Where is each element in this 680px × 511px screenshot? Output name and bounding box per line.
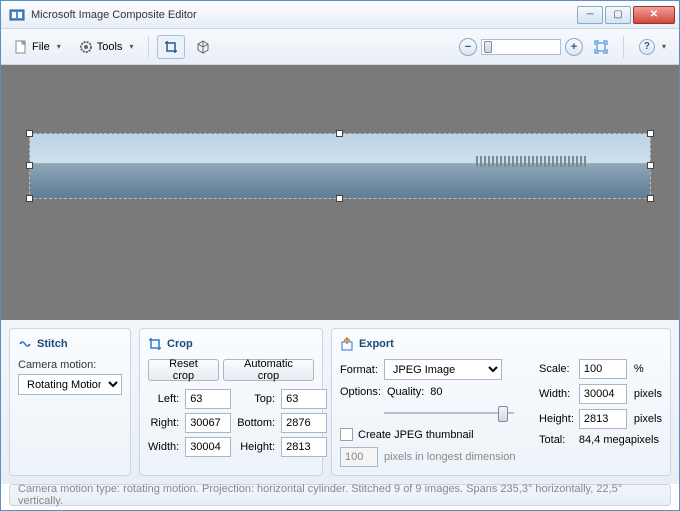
crop-height-label: Height:: [237, 441, 277, 453]
stitch-title: Stitch: [37, 338, 68, 350]
close-button[interactable]: ✕: [633, 6, 675, 24]
export-width-label: Width:: [539, 388, 574, 400]
fit-icon: [594, 40, 608, 54]
stitch-panel: Stitch Camera motion: Rotating Motion: [9, 328, 131, 476]
px-label: pixels: [634, 388, 662, 400]
export-width-input[interactable]: [579, 384, 627, 404]
crop-height-input[interactable]: [281, 437, 327, 457]
quality-label: Quality:: [387, 386, 424, 398]
crop-selection[interactable]: [29, 133, 651, 199]
crop-bottom-input[interactable]: [281, 413, 327, 433]
format-label: Format:: [340, 364, 378, 376]
quality-slider[interactable]: [384, 404, 514, 422]
document-icon: [14, 40, 28, 54]
app-window: Microsoft Image Composite Editor ─ ▢ ✕ F…: [0, 0, 680, 511]
auto-crop-button[interactable]: Automatic crop: [223, 359, 314, 381]
crop-left-input[interactable]: [185, 389, 231, 409]
crop-left-label: Left:: [148, 393, 181, 405]
help-menu[interactable]: ?: [632, 35, 673, 59]
zoom-out-button[interactable]: −: [459, 38, 477, 56]
crop-tool-button[interactable]: [157, 35, 185, 59]
px-label-2: pixels: [634, 413, 662, 425]
titlebar[interactable]: Microsoft Image Composite Editor ─ ▢ ✕: [1, 1, 679, 29]
crop-title: Crop: [167, 338, 193, 350]
create-thumbnail-checkbox[interactable]: [340, 428, 353, 441]
scale-input[interactable]: [579, 359, 627, 379]
crop-right-label: Right:: [148, 417, 181, 429]
options-label: Options:: [340, 386, 381, 398]
crop-handle-tl[interactable]: [26, 130, 33, 137]
fit-to-window-button[interactable]: [587, 35, 615, 59]
crop-handle-b[interactable]: [336, 195, 343, 202]
reset-crop-button[interactable]: Reset crop: [148, 359, 219, 381]
scale-unit: %: [634, 363, 662, 375]
maximize-button[interactable]: ▢: [605, 6, 631, 24]
stitch-icon: [18, 337, 32, 351]
export-panel: Export Format: JPEG Image Options: Quali…: [331, 328, 671, 476]
orientation-tool-button[interactable]: [189, 35, 217, 59]
separator: [623, 36, 624, 58]
file-menu[interactable]: File: [7, 35, 68, 59]
crop-handle-tr[interactable]: [647, 130, 654, 137]
status-text: Camera motion type: rotating motion. Pro…: [18, 483, 662, 507]
gear-icon: [79, 40, 93, 54]
scale-label: Scale:: [539, 363, 574, 375]
crop-top-label: Top:: [237, 393, 277, 405]
crop-width-input[interactable]: [185, 437, 231, 457]
crop-handle-br[interactable]: [647, 195, 654, 202]
tools-menu-label: Tools: [97, 41, 123, 53]
crop-handle-r[interactable]: [647, 162, 654, 169]
zoom-slider[interactable]: [481, 39, 561, 55]
app-icon: [9, 7, 25, 23]
window-title: Microsoft Image Composite Editor: [31, 9, 577, 21]
crop-handle-t[interactable]: [336, 130, 343, 137]
thumbnail-suffix: pixels in longest dimension: [384, 451, 515, 463]
crop-handle-bl[interactable]: [26, 195, 33, 202]
panorama-preview: [30, 134, 650, 198]
cube-icon: [196, 40, 210, 54]
thumbnail-size-input: [340, 447, 378, 467]
quality-value: 80: [430, 386, 442, 398]
total-value: 84,4 megapixels: [579, 434, 662, 446]
toolbar: File Tools − + ?: [1, 29, 679, 65]
crop-panel: Crop Reset crop Automatic crop Left: Top…: [139, 328, 323, 476]
statusbar: Camera motion type: rotating motion. Pro…: [9, 484, 671, 506]
zoom-in-button[interactable]: +: [565, 38, 583, 56]
crop-panel-icon: [148, 337, 162, 351]
total-label: Total:: [539, 434, 574, 446]
export-height-label: Height:: [539, 413, 574, 425]
help-icon: ?: [639, 39, 655, 55]
camera-motion-label: Camera motion:: [18, 359, 122, 371]
file-menu-label: File: [32, 41, 50, 53]
tools-menu[interactable]: Tools: [72, 35, 141, 59]
export-title: Export: [359, 338, 394, 350]
export-height-input[interactable]: [579, 409, 627, 429]
camera-motion-select[interactable]: Rotating Motion: [18, 374, 122, 395]
canvas[interactable]: [1, 65, 679, 320]
crop-icon: [164, 40, 178, 54]
crop-handle-l[interactable]: [26, 162, 33, 169]
crop-right-input[interactable]: [185, 413, 231, 433]
crop-top-input[interactable]: [281, 389, 327, 409]
control-panels: Stitch Camera motion: Rotating Motion Cr…: [1, 320, 679, 484]
separator: [148, 36, 149, 58]
crop-bottom-label: Bottom:: [237, 417, 277, 429]
window-controls: ─ ▢ ✕: [577, 6, 675, 24]
export-icon: [340, 337, 354, 351]
minimize-button[interactable]: ─: [577, 6, 603, 24]
format-select[interactable]: JPEG Image: [384, 359, 502, 380]
crop-width-label: Width:: [148, 441, 181, 453]
create-thumbnail-label: Create JPEG thumbnail: [358, 429, 474, 441]
